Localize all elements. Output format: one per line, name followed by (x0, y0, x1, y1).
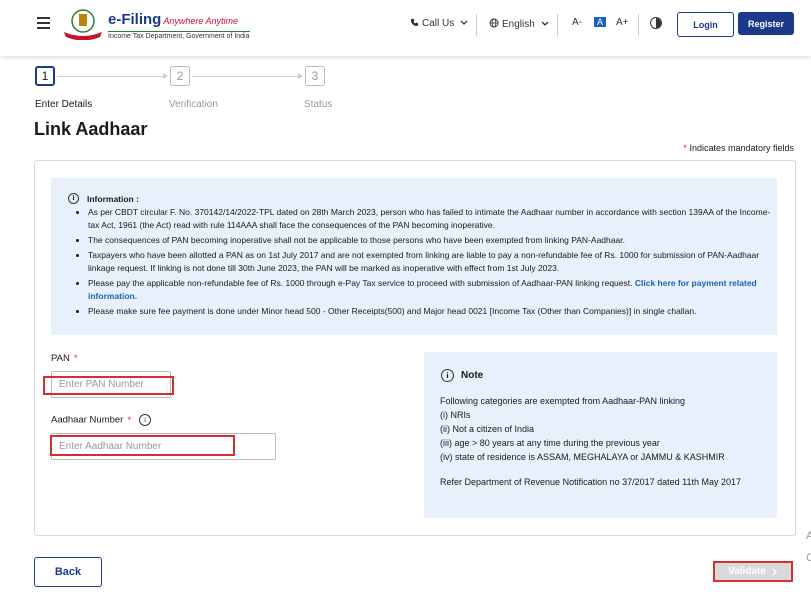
aadhaar-input[interactable] (51, 433, 276, 460)
site-header: e-Filing Anywhere Anytime Income Tax Depa… (0, 0, 811, 56)
step-arrow-icon (163, 73, 168, 79)
chevron-down-icon (541, 21, 549, 26)
step-connector (57, 76, 165, 77)
info-icon: i (441, 369, 454, 382)
language-dropdown[interactable]: English (489, 18, 549, 30)
brand-tagline: Anywhere Anytime (163, 16, 239, 26)
information-panel: i Information : As per CBDT circular F. N… (51, 178, 777, 335)
validate-label: Validate (728, 566, 766, 577)
note-item: (ii) Not a citizen of India (440, 424, 535, 434)
register-button[interactable]: Register (738, 12, 794, 35)
brand-name: e-Filing (108, 11, 162, 28)
government-emblem-logo (64, 9, 102, 40)
pan-input[interactable] (51, 371, 171, 398)
info-item: The consequences of PAN becoming inopera… (88, 234, 778, 247)
required-star: * (73, 353, 78, 364)
required-star: * (127, 414, 132, 426)
note-panel: i Note Following categories are exempted … (424, 352, 777, 518)
info-item: Please make sure fee payment is done und… (88, 305, 778, 318)
step-1-label: Enter Details (35, 99, 93, 110)
globe-icon (489, 18, 499, 28)
call-us-dropdown[interactable]: Call Us (410, 18, 468, 29)
note-intro: Following categories are exempted from A… (440, 396, 685, 406)
edge-text: A (806, 530, 811, 542)
menu-icon[interactable] (37, 17, 50, 29)
brand-department: Income Tax Department, Government of Ind… (108, 31, 250, 40)
phone-icon (410, 18, 419, 27)
note-item: (iv) state of residence is ASSAM, MEGHAL… (440, 452, 725, 462)
font-increase-button[interactable]: A+ (616, 17, 629, 28)
info-item: Please pay the applicable non-refundable… (88, 277, 778, 303)
info-icon: i (68, 193, 79, 204)
login-button[interactable]: Login (677, 12, 734, 37)
info-item: As per CBDT circular F. No. 370142/14/20… (88, 206, 778, 232)
font-default-button[interactable]: A (594, 17, 607, 27)
pan-label: PAN * (51, 353, 78, 364)
chevron-right-icon (772, 568, 777, 575)
note-title: Note (461, 370, 484, 382)
step-arrow-icon (298, 73, 303, 79)
call-us-label: Call Us (422, 18, 455, 29)
info-item: Taxpayers who have been allotted a PAN a… (88, 249, 778, 275)
header-divider (476, 14, 477, 36)
note-reference: Refer Department of Revenue Notification… (440, 477, 742, 487)
note-item: (iii) age > 80 years at any time during … (440, 438, 660, 448)
contrast-toggle-icon[interactable] (650, 17, 662, 29)
step-3-indicator: 3 (305, 66, 325, 86)
info-icon[interactable]: i (139, 414, 152, 426)
validate-button[interactable]: Validate (713, 561, 793, 582)
font-decrease-button[interactable]: A- (572, 17, 582, 28)
information-heading: i Information : (68, 193, 139, 204)
brand-block[interactable]: e-Filing Anywhere Anytime Income Tax Depa… (108, 11, 250, 40)
note-item: (i) NRIs (440, 410, 471, 420)
mandatory-text: Indicates mandatory fields (689, 143, 794, 153)
aadhaar-label-text: Aadhaar Number (51, 414, 124, 426)
step-connector (192, 76, 300, 77)
back-button[interactable]: Back (34, 557, 102, 587)
chevron-down-icon (460, 20, 468, 25)
step-2-label: Verification (169, 99, 218, 110)
note-body: Following categories are exempted from A… (440, 394, 770, 489)
payment-info-text: Please pay the applicable non-refundable… (88, 278, 633, 288)
step-2-indicator: 2 (170, 66, 190, 86)
header-divider (638, 14, 639, 36)
required-star: * (683, 143, 687, 153)
step-1-indicator: 1 (35, 66, 55, 86)
edge-text: C (806, 552, 811, 564)
mandatory-fields-note: * Indicates mandatory fields (683, 143, 794, 153)
language-label: English (502, 19, 535, 30)
information-title: Information : (87, 194, 139, 204)
information-list: As per CBDT circular F. No. 370142/14/20… (71, 206, 778, 320)
pan-label-text: PAN (51, 353, 70, 364)
step-3-label: Status (304, 99, 333, 110)
note-heading: i Note (441, 369, 483, 382)
aadhaar-label: Aadhaar Number * i (51, 414, 152, 426)
page-title: Link Aadhaar (34, 119, 148, 139)
header-divider (557, 14, 558, 36)
